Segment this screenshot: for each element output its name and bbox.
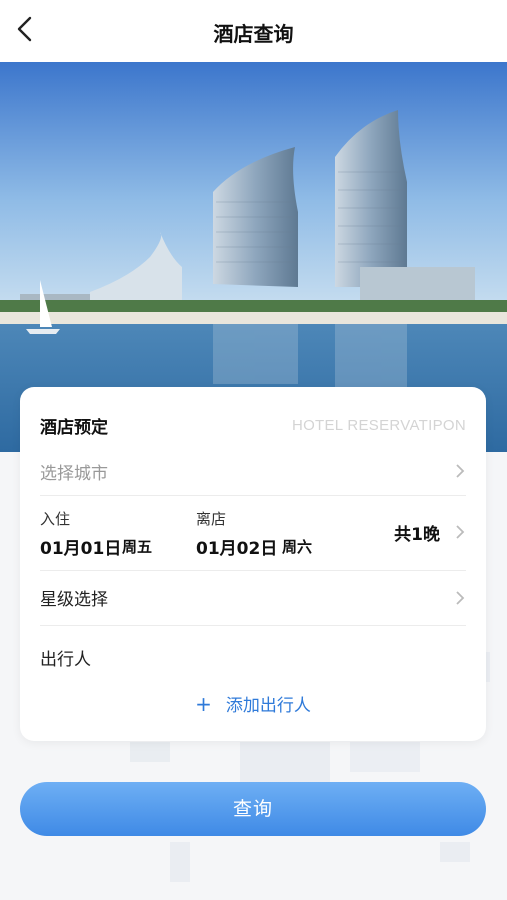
star-rating-selector[interactable]: 星级选择: [40, 571, 466, 626]
city-placeholder: 选择城市: [40, 464, 108, 484]
city-selector[interactable]: 选择城市: [40, 447, 466, 496]
checkout-label: 离店: [196, 510, 227, 528]
checkin-date: 01月01日: [40, 539, 122, 559]
add-traveler-button[interactable]: + 添加出行人: [20, 691, 486, 716]
nav-bar: 酒店查询: [0, 0, 507, 62]
query-button[interactable]: 查询: [20, 782, 486, 836]
star-label: 星级选择: [40, 590, 108, 610]
page-title: 酒店查询: [213, 22, 294, 46]
plus-icon: +: [195, 692, 212, 716]
card-title: 酒店预定: [40, 418, 108, 438]
reservation-card: 酒店预定 HOTEL RESERVATIPON 选择城市 入住 01月01日 周…: [20, 387, 486, 741]
checkout-weekday: 周六: [282, 538, 313, 556]
checkout-date: 01月02日: [196, 539, 278, 559]
chevron-right-icon: [456, 464, 465, 478]
chevron-right-icon: [456, 591, 465, 605]
add-traveler-label: 添加出行人: [225, 696, 311, 716]
nights-count: 共1晚: [394, 525, 440, 545]
checkin-weekday: 周五: [122, 538, 153, 556]
date-selector[interactable]: 入住 01月01日 周五 离店 01月02日 周六 共1晚: [40, 496, 466, 571]
checkin-label: 入住: [40, 510, 71, 528]
card-subtitle: HOTEL RESERVATIPON: [291, 417, 466, 434]
chevron-right-icon: [456, 525, 465, 539]
traveler-label: 出行人: [40, 650, 91, 670]
